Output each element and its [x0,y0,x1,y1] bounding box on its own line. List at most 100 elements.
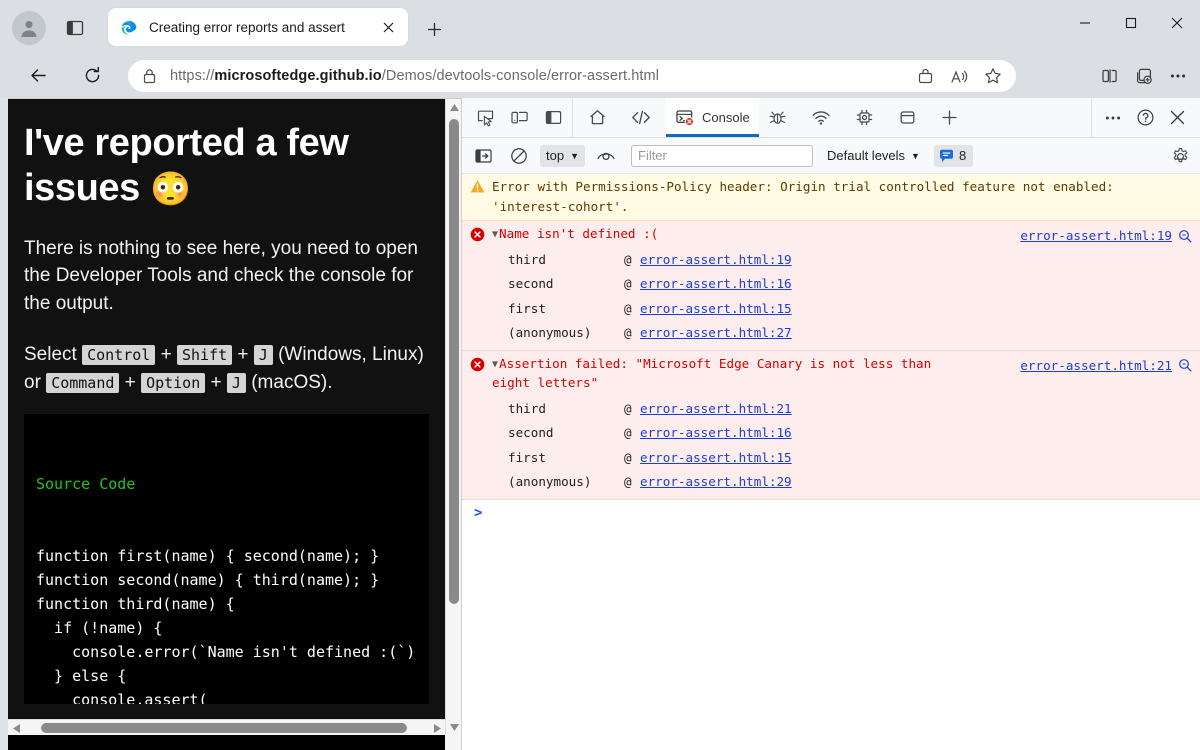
horizontal-scroll-thumb[interactable] [41,723,407,733]
tab-network[interactable] [802,98,846,137]
stack-frame-function: first [508,297,624,322]
stack-frame-at: @ [624,297,640,322]
message-source-link[interactable]: error-assert.html:21 [1020,356,1172,376]
collections-icon[interactable] [1128,60,1160,92]
console-sidebar-icon[interactable] [468,142,498,170]
console-filter-input[interactable]: Filter [631,145,813,167]
stack-frame-link[interactable]: error-assert.html:15 [640,446,792,471]
browser-window: Creating error reports and assert [0,0,1200,750]
web-page-content: I've reported a few issues 😳 There is no… [8,99,445,735]
stack-frame-link[interactable]: error-assert.html:29 [640,470,792,495]
stack-frame-function: second [508,421,624,446]
stack-frame: second@error-assert.html:16 [508,421,1192,446]
clear-console-icon[interactable] [504,142,534,170]
page-viewport: I've reported a few issues 😳 There is no… [8,98,461,750]
devtools-panel: Console [461,98,1200,750]
stack-frame-link[interactable]: error-assert.html:21 [640,397,792,422]
error-message-text: Assertion failed: "Microsoft Edge Canary… [492,356,931,391]
eye-live-expression-icon[interactable] [591,142,621,170]
page-horizontal-scrollbar[interactable] [8,719,445,735]
close-icon[interactable] [376,15,400,39]
tab-performance[interactable] [846,98,889,137]
expand-collapse-icon[interactable]: ▼ [492,357,498,373]
key-j-win: J [254,345,273,365]
error-circle-icon [470,357,485,372]
tab-elements[interactable] [622,98,666,137]
tab-console[interactable]: Console [666,98,759,137]
more-options-icon[interactable] [1098,104,1128,132]
settings-and-more-icon[interactable] [1162,60,1194,92]
stack-frame-link[interactable]: error-assert.html:16 [640,421,792,446]
minimize-icon[interactable] [1062,0,1108,46]
url-path: /Demos/devtools-console/error-assert.htm… [382,68,659,84]
tab-overview-icon[interactable] [60,14,90,42]
prompt-chevron-icon: > [474,506,482,520]
dock-side-icon[interactable] [538,104,568,132]
source-code-line: function second(name) { third(name); } [36,568,429,592]
close-devtools-icon[interactable] [1162,104,1192,132]
search-source-icon[interactable] [1178,229,1192,243]
chevron-down-icon: ▼ [570,151,579,161]
tab-sources-debugger[interactable] [759,98,802,137]
scroll-left-arrow-icon[interactable] [8,720,25,735]
stack-frame-link[interactable]: error-assert.html:15 [640,297,792,322]
message-count-badge[interactable]: 8 [934,145,973,167]
back-arrow-icon[interactable] [22,59,54,91]
source-code-line: if (!name) { [36,616,429,640]
console-prompt[interactable]: > [462,500,1200,520]
stack-frame-link[interactable]: error-assert.html:19 [640,248,792,273]
error-message-text: Name isn't defined :( [499,226,658,241]
key-j-mac: J [227,373,246,393]
close-icon[interactable] [1154,0,1200,46]
error-circle-icon [470,227,485,242]
console-message-error[interactable]: ▼Assertion failed: "Microsoft Edge Canar… [462,351,1200,500]
source-code-line: function third(name) { [36,592,429,616]
stack-trace: third@error-assert.html:19second@error-a… [492,248,1192,346]
console-message-list[interactable]: Error with Permissions-Policy header: Or… [462,174,1200,750]
devtools-left-tools [462,98,573,137]
address-bar-url[interactable]: https://microsoftedge.github.io/Demos/de… [170,68,908,84]
url-host: microsoftedge.github.io [214,68,381,84]
source-code-legend: Source Code [36,472,429,496]
favorite-star-icon[interactable] [976,62,1010,90]
tab-home[interactable] [579,98,622,137]
shopping-bag-icon[interactable] [908,62,942,90]
stack-frame-function: third [508,397,624,422]
more-tools-button[interactable] [932,98,973,137]
read-aloud-icon[interactable] [942,62,976,90]
new-tab-button[interactable] [418,15,450,43]
address-bar[interactable]: https://microsoftedge.github.io/Demos/de… [128,60,1016,92]
debugger-bug-icon [768,108,787,127]
elements-code-icon [631,108,651,127]
page-title: I've reported a few issues 😳 [24,121,429,211]
scroll-up-arrow-icon[interactable] [446,99,461,116]
account-avatar-icon[interactable] [12,11,46,45]
stack-frame-link[interactable]: error-assert.html:16 [640,272,792,297]
scroll-right-arrow-icon[interactable] [428,720,445,735]
key-control: Control [82,345,155,365]
console-message-error[interactable]: ▼Name isn't defined :( error-assert.html… [462,221,1200,351]
gear-icon[interactable] [1168,144,1192,168]
help-icon[interactable] [1130,104,1160,132]
stack-frame-link[interactable]: error-assert.html:27 [640,321,792,346]
edge-favicon-icon [120,18,138,36]
flushed-face-emoji-icon: 😳 [150,170,191,207]
page-vertical-scrollbar[interactable] [445,99,461,735]
lock-icon[interactable] [128,60,170,92]
split-screen-icon[interactable] [1094,60,1126,92]
inspect-element-icon[interactable] [470,104,500,132]
search-source-icon[interactable] [1178,358,1192,372]
vertical-scroll-thumb[interactable] [449,119,459,604]
execution-context-selector[interactable]: top ▼ [540,145,585,167]
tab-application[interactable] [889,98,932,137]
maximize-icon[interactable] [1108,0,1154,46]
browser-tab[interactable]: Creating error reports and assert [108,8,408,46]
reload-icon[interactable] [76,59,108,91]
expand-collapse-icon[interactable]: ▼ [492,227,498,243]
console-message-warning[interactable]: Error with Permissions-Policy header: Or… [462,174,1200,221]
device-emulation-icon[interactable] [504,104,534,132]
log-levels-selector[interactable]: Default levels ▼ [827,148,920,163]
more-tools-plus-icon [941,109,958,126]
scroll-down-arrow-icon[interactable] [446,718,461,735]
message-source-link[interactable]: error-assert.html:19 [1020,226,1172,246]
